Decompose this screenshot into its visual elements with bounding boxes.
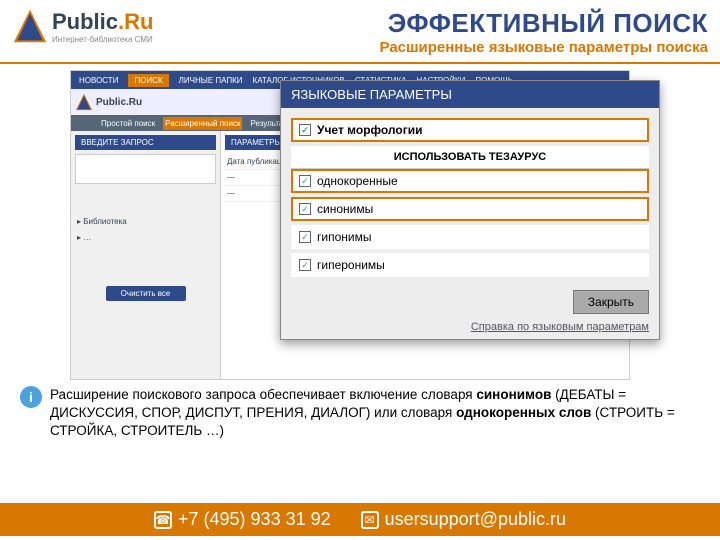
thesaurus-option-row[interactable]: ✓ гипонимы [291,225,649,249]
help-link[interactable]: Справка по языковым параметрам [281,317,659,339]
page-subtitle: Расширенные языковые параметры поиска [380,39,708,56]
checkbox-icon[interactable]: ✓ [299,231,311,243]
nav-item-active[interactable]: ПОИСК [128,74,168,87]
option-label: однокоренные [317,174,398,188]
nav-item[interactable]: НОВОСТИ [79,76,118,85]
thesaurus-header: ИСПОЛЬЗОВАТЬ ТЕЗАУРУС [291,146,649,169]
option-label: гиперонимы [317,258,385,272]
checkbox-icon[interactable]: ✓ [299,259,311,271]
thesaurus-option-row[interactable]: ✓ синонимы [291,197,649,221]
email-address: usersupport@public.ru [385,509,566,530]
logo-triangle-icon [12,8,48,44]
tree-item[interactable]: ▸ Библиотека [75,214,216,230]
logo: Public.Ru Интернет-библиотека СМИ [12,8,153,44]
checkbox-icon[interactable]: ✓ [299,124,311,136]
page-title: ЭФФЕКТИВНЫЙ ПОИСК [380,8,708,39]
thesaurus-option-row[interactable]: ✓ однокоренные [291,169,649,193]
nav-item[interactable]: ЛИЧНЫЕ ПАПКИ [179,76,243,85]
thesaurus-option-row[interactable]: ✓ гиперонимы [291,253,649,277]
info-icon: i [20,386,42,408]
modal-title: ЯЗЫКОВЫЕ ПАРАМЕТРЫ [281,81,659,108]
tree-item[interactable]: ▸ … [75,230,216,246]
phone-number: +7 (495) 933 31 92 [178,509,331,530]
query-input[interactable] [75,154,216,184]
subnav-item[interactable]: Простой поиск [101,119,155,128]
email-contact: ✉ usersupport@public.ru [361,509,566,530]
left-panel-title: ВВЕДИТЕ ЗАПРОС [75,135,216,150]
option-label: гипонимы [317,230,371,244]
option-label: синонимы [317,202,373,216]
phone-contact: ☎ +7 (495) 933 31 92 [154,509,331,530]
info-text: Расширение поискового запроса обеспечива… [50,386,700,441]
phone-icon: ☎ [154,511,172,529]
logo-text: Public.Ru [52,9,153,35]
divider [0,62,720,64]
contact-bar: ☎ +7 (495) 933 31 92 ✉ usersupport@publi… [0,503,720,536]
checkbox-icon[interactable]: ✓ [299,203,311,215]
subnav-item[interactable]: Расширенный поиск [163,117,242,130]
clear-all-button[interactable]: Очистить все [106,286,186,301]
logo-subtitle: Интернет-библиотека СМИ [52,35,153,44]
morphology-checkbox-row[interactable]: ✓ Учет морфологии [291,118,649,142]
language-params-modal: ЯЗЫКОВЫЕ ПАРАМЕТРЫ ✓ Учет морфологии ИСП… [280,80,660,340]
mail-icon: ✉ [361,511,379,529]
close-button[interactable]: Закрыть [573,290,649,314]
checkbox-icon[interactable]: ✓ [299,175,311,187]
morphology-label: Учет морфологии [317,123,422,137]
